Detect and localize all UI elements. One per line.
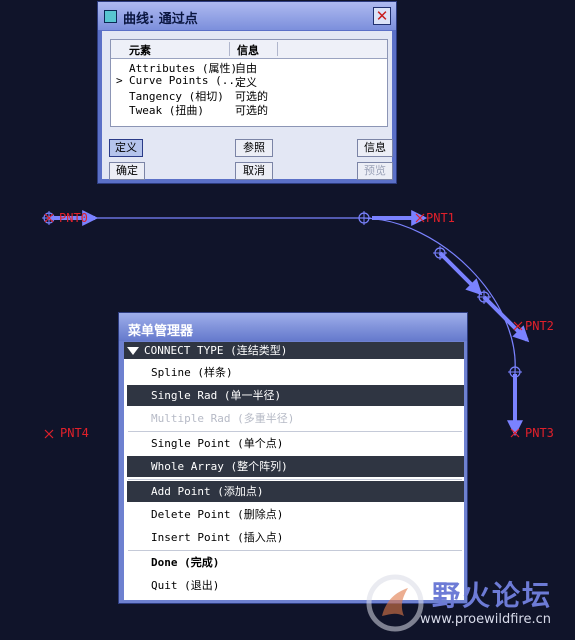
menu-separator (128, 550, 462, 551)
column-header-info: 信息 (237, 42, 278, 57)
watermark-logo (366, 574, 424, 632)
reference-button[interactable]: 参照 (235, 139, 273, 157)
column-header-element: 元素 (129, 42, 230, 57)
point-label-pnt0: PNT0 (59, 211, 88, 225)
element-list[interactable]: 元素 信息 Attributes (属性) 自由 > Curve Points … (110, 39, 388, 127)
menu-manager-window: 菜单管理器 CONNECT TYPE (连结类型) Spline (样条) Si… (118, 312, 468, 604)
menu-manager-title-bar[interactable]: 菜单管理器 (119, 313, 467, 341)
connect-type-header[interactable]: CONNECT TYPE (连结类型) (124, 342, 464, 359)
menu-item-done[interactable]: Done (完成) (127, 552, 464, 573)
point-label-pnt1: PNT1 (426, 211, 455, 225)
point-label-pnt4: PNT4 (60, 426, 89, 440)
menu-item-whole-array[interactable]: Whole Array (整个阵列) (127, 456, 464, 477)
preview-button[interactable]: 预览 (357, 162, 393, 180)
menu-item-add-point[interactable]: Add Point (添加点) (127, 481, 464, 502)
menu-item-multiple-rad: Multiple Rad (多重半径) (151, 412, 295, 425)
dialog-body: 元素 信息 Attributes (属性) 自由 > Curve Points … (102, 31, 393, 180)
close-icon[interactable]: ✕ (373, 7, 391, 25)
curve-through-points-dialog: 曲线: 通过点 ✕ 元素 信息 Attributes (属性) 自由 > Cur… (97, 1, 397, 184)
dialog-title-bar[interactable]: 曲线: 通过点 ✕ (98, 2, 396, 30)
cancel-button[interactable]: 取消 (235, 162, 273, 180)
app-icon (104, 10, 117, 23)
collapse-triangle-icon[interactable] (127, 347, 139, 355)
watermark-title: 野火论坛 (432, 579, 553, 612)
row-element: Curve Points (... (129, 74, 242, 87)
list-row-attributes[interactable]: Attributes (属性) 自由 (111, 60, 387, 75)
menu-item-single-rad[interactable]: Single Rad (单一半径) (127, 385, 464, 406)
list-row-tweak[interactable]: Tweak (扭曲) 可选的 (111, 102, 387, 117)
define-button[interactable]: 定义 (109, 139, 143, 157)
current-row-marker: > (116, 74, 123, 87)
list-header: 元素 信息 (111, 40, 387, 59)
tangent-arrow-pnt2 (482, 295, 530, 343)
ok-button[interactable]: 确定 (109, 162, 145, 180)
info-button[interactable]: 信息 (357, 139, 393, 157)
watermark-url: www.proewildfire.cn (420, 612, 551, 627)
menu-manager-title: 菜单管理器 (128, 324, 194, 339)
point-label-pnt3: PNT3 (525, 426, 554, 440)
point-label-pnt2: PNT2 (525, 319, 554, 333)
datum-point-marker-pnt4 (44, 429, 54, 439)
row-element: Tweak (扭曲) (129, 104, 204, 117)
menu-separator (128, 479, 462, 480)
list-row-curve-points[interactable]: > Curve Points (... 定义 (111, 74, 387, 89)
row-info: 可选的 (235, 104, 268, 117)
menu-item-insert-point[interactable]: Insert Point (插入点) (127, 527, 464, 548)
menu-item-single-point[interactable]: Single Point (单个点) (127, 433, 464, 454)
menu-item-spline[interactable]: Spline (样条) (127, 362, 464, 383)
menu-item-delete-point[interactable]: Delete Point (删除点) (127, 504, 464, 525)
menu-manager-body: CONNECT TYPE (连结类型) Spline (样条) Single R… (124, 342, 464, 600)
menu-header-label: CONNECT TYPE (连结类型) (144, 344, 288, 357)
list-row-tangency[interactable]: Tangency (相切) 可选的 (111, 88, 387, 103)
dialog-title: 曲线: 通过点 (123, 12, 198, 27)
menu-separator (128, 431, 462, 432)
